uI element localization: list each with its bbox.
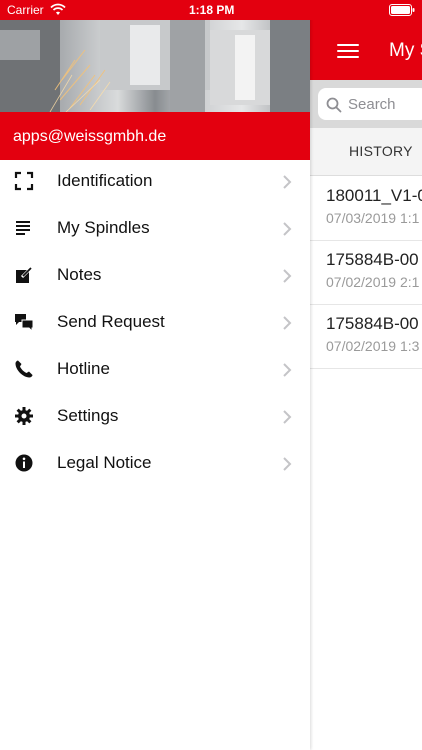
phone-icon [15,360,33,378]
edit-note-icon [16,266,33,283]
account-header: apps@weissgmbh.de [0,112,310,160]
chevron-right-icon [283,316,292,330]
clock: 1:18 PM [189,3,235,17]
menu-item-label: Legal Notice [57,453,152,472]
history-list-item[interactable]: 175884B-00 07/02/2019 1:3 [310,305,422,369]
page-title: My S [389,40,422,61]
chevron-right-icon [283,175,292,189]
menu-item-hotline[interactable]: Hotline [0,347,310,393]
battery-icon [389,4,415,16]
gear-icon [15,407,33,425]
menu-item-label: Hotline [57,359,110,378]
menu-item-label: Identification [57,171,153,190]
menu-item-label: Send Request [57,312,165,331]
tab-history[interactable]: HISTORY [349,143,413,159]
status-bar: Carrier 1:18 PM [0,0,422,20]
navigation-drawer: apps@weissgmbh.de Identification My Spin… [0,0,310,750]
chevron-right-icon [283,457,292,471]
carrier-label: Carrier [7,3,44,17]
menu-item-label: Settings [57,406,119,425]
chevron-right-icon [283,222,292,236]
search-icon [326,97,342,113]
history-list-item[interactable]: 180011_V1-0 07/03/2019 1:1 [310,177,422,241]
hamburger-menu-icon[interactable] [337,40,361,62]
history-list-item[interactable]: 175884B-00 07/02/2019 2:1 [310,241,422,305]
menu-item-notes[interactable]: Notes [0,253,310,299]
scan-frame-icon [14,171,34,191]
list-icon [16,221,30,235]
menu-item-identification[interactable]: Identification [0,159,310,205]
menu-item-my-spindles[interactable]: My Spindles [0,206,310,252]
chevron-right-icon [283,363,292,377]
menu-item-label: Notes [57,265,102,284]
search-placeholder: Search [348,96,396,113]
wifi-icon [50,3,66,15]
header-image [0,20,310,112]
chevron-right-icon [283,269,292,283]
history-item-title: 175884B-00 [326,250,419,269]
history-item-title: 175884B-00 [326,314,419,333]
account-email: apps@weissgmbh.de [13,128,167,145]
chevron-right-icon [283,410,292,424]
history-item-date: 07/03/2019 1:1 [326,210,420,226]
menu-item-label: My Spindles [57,218,150,237]
menu-item-send-request[interactable]: Send Request [0,300,310,346]
history-item-date: 07/02/2019 2:1 [326,274,420,290]
info-icon [15,454,33,472]
spindle-photo [0,20,310,112]
menu-item-legal-notice[interactable]: Legal Notice [0,441,310,487]
history-item-title: 180011_V1-0 [326,186,422,205]
menu-item-settings[interactable]: Settings [0,394,310,440]
chat-bubbles-icon [15,314,34,332]
history-item-date: 07/02/2019 1:3 [326,338,420,354]
